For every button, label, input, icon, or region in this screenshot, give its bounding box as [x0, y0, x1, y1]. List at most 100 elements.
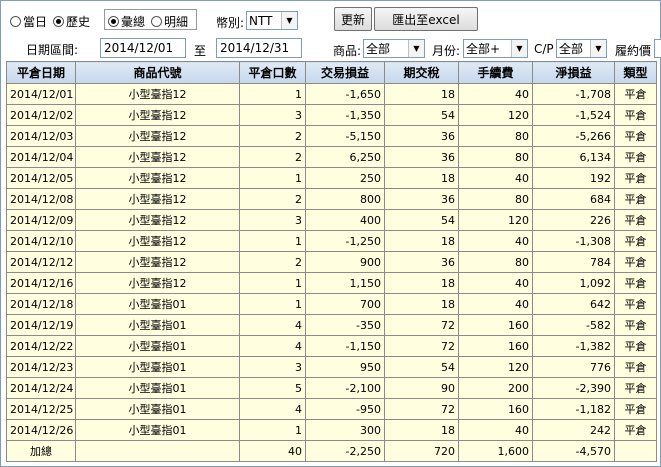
cell-product-code: 小型臺指01: [75, 314, 240, 336]
cell-trade-pnl: -1,650: [305, 83, 385, 105]
cell-futures-tax: 72: [384, 314, 459, 336]
table-row[interactable]: 2014/12/03 小型臺指12 2 -5,150 36 80 -5,266 平倉: [6, 125, 657, 147]
total-cell-product-code: [75, 440, 240, 462]
total-cell-fee: 1,600: [458, 440, 533, 462]
view-radio-detail[interactable]: [151, 16, 163, 27]
cell-fee: 200: [458, 377, 533, 399]
month-select[interactable]: 全部+ ▼: [463, 39, 528, 58]
cell-type: 平倉: [614, 230, 657, 252]
cp-label: C/P: [534, 42, 554, 56]
mode-radio-today[interactable]: [10, 16, 21, 27]
table-row[interactable]: 2014/12/05 小型臺指12 1 250 18 40 192 平倉: [6, 167, 657, 189]
header-type[interactable]: 類型: [614, 61, 657, 84]
cell-product-code: 小型臺指12: [75, 167, 240, 189]
header-net-pnl[interactable]: 淨損益: [532, 61, 615, 84]
cell-futures-tax: 90: [384, 377, 459, 399]
total-cell-futures-tax: 720: [384, 440, 459, 462]
cell-product-code: 小型臺指12: [75, 104, 240, 126]
cell-type: 平倉: [614, 419, 657, 441]
mode-label-today: 當日: [23, 15, 48, 29]
header-product-code[interactable]: 商品代號: [75, 61, 240, 84]
cell-product-code: 小型臺指01: [75, 356, 240, 378]
export-excel-button[interactable]: 匯出至excel: [374, 7, 478, 31]
view-radio-group: 彙總 明細: [108, 13, 194, 30]
cp-select[interactable]: 全部 ▼: [556, 39, 607, 58]
cell-net-pnl: 242: [532, 419, 615, 441]
cell-fee: 120: [458, 356, 533, 378]
cell-fee: 40: [458, 83, 533, 105]
product-value: 全部: [366, 42, 391, 56]
table-row[interactable]: 2014/12/24 小型臺指01 5 -2,100 90 200 -2,390 平倉: [6, 377, 657, 399]
cell-trade-pnl: 1,150: [305, 272, 385, 294]
cell-net-pnl: 192: [532, 167, 615, 189]
strike-select[interactable]: [654, 39, 661, 58]
date-from-input[interactable]: 2014/12/01: [100, 38, 186, 58]
date-to-input[interactable]: 2014/12/31: [216, 38, 302, 58]
cell-close-qty: 2: [239, 188, 306, 210]
product-select[interactable]: 全部 ▼: [363, 39, 425, 58]
cell-close-date: 2014/12/18: [6, 293, 76, 315]
table-row[interactable]: 2014/12/16 小型臺指12 1 1,150 18 40 1,092 平倉: [6, 272, 657, 294]
cell-close-date: 2014/12/04: [6, 146, 76, 168]
currency-value: NTT: [249, 13, 273, 28]
table-row[interactable]: 2014/12/09 小型臺指12 3 400 54 120 226 平倉: [6, 209, 657, 231]
header-fee[interactable]: 手續費: [458, 61, 533, 84]
cell-product-code: 小型臺指01: [75, 293, 240, 315]
cell-futures-tax: 54: [384, 209, 459, 231]
header-futures-tax[interactable]: 期交稅: [384, 61, 459, 84]
cell-trade-pnl: 800: [305, 188, 385, 210]
table-row[interactable]: 2014/12/22 小型臺指01 4 -1,150 72 160 -1,382 平倉: [6, 335, 657, 357]
table-row[interactable]: 2014/12/25 小型臺指01 4 -950 72 160 -1,182 平倉: [6, 398, 657, 420]
table-row[interactable]: 2014/12/19 小型臺指01 4 -350 72 160 -582 平倉: [6, 314, 657, 336]
table-row[interactable]: 2014/12/01 小型臺指12 1 -1,650 18 40 -1,708 平倉: [6, 83, 657, 105]
header-close-qty[interactable]: 平倉口數: [239, 61, 306, 84]
header-trade-pnl[interactable]: 交易損益: [305, 61, 385, 84]
cell-close-date: 2014/12/22: [6, 335, 76, 357]
cell-net-pnl: 642: [532, 293, 615, 315]
cell-trade-pnl: -1,250: [305, 230, 385, 252]
table-row[interactable]: 2014/12/08 小型臺指12 2 800 36 80 684 平倉: [6, 188, 657, 210]
table-row[interactable]: 2014/12/18 小型臺指01 1 700 18 40 642 平倉: [6, 293, 657, 315]
table-row[interactable]: 2014/12/12 小型臺指12 2 900 36 80 784 平倉: [6, 251, 657, 273]
currency-select[interactable]: NTT ▼: [246, 11, 298, 30]
cell-close-date: 2014/12/19: [6, 314, 76, 336]
cell-fee: 80: [458, 125, 533, 147]
cell-type: 平倉: [614, 377, 657, 399]
cell-trade-pnl: 400: [305, 209, 385, 231]
cell-fee: 40: [458, 272, 533, 294]
cell-net-pnl: -1,708: [532, 83, 615, 105]
cell-futures-tax: 36: [384, 251, 459, 273]
cell-fee: 80: [458, 146, 533, 168]
currency-label: 幣別:: [216, 16, 245, 30]
total-cell-close-date: 加總: [6, 440, 76, 462]
cell-net-pnl: 6,134: [532, 146, 615, 168]
mode-label-history: 歷史: [66, 15, 91, 29]
header-close-date[interactable]: 平倉日期: [6, 61, 76, 84]
refresh-button[interactable]: 更新: [334, 7, 372, 31]
month-label: 月份:: [432, 44, 461, 58]
chevron-down-icon: ▼: [408, 40, 424, 57]
table-row[interactable]: 2014/12/23 小型臺指01 3 950 54 120 776 平倉: [6, 356, 657, 378]
cell-type: 平倉: [614, 293, 657, 315]
cell-trade-pnl: 250: [305, 167, 385, 189]
total-cell-net-pnl: -4,570: [532, 440, 615, 462]
view-radio-summary[interactable]: [108, 16, 119, 27]
cell-fee: 160: [458, 335, 533, 357]
date-to-label: 至: [194, 44, 207, 58]
cell-close-qty: 3: [239, 209, 306, 231]
table-row[interactable]: 2014/12/04 小型臺指12 2 6,250 36 80 6,134 平倉: [6, 146, 657, 168]
total-cell-trade-pnl: -2,250: [305, 440, 385, 462]
cell-net-pnl: -5,266: [532, 125, 615, 147]
mode-radio-history[interactable]: [53, 16, 65, 27]
view-label-detail: 明細: [164, 15, 189, 29]
cell-trade-pnl: 300: [305, 419, 385, 441]
cell-product-code: 小型臺指01: [75, 335, 240, 357]
table-row[interactable]: 2014/12/10 小型臺指12 1 -1,250 18 40 -1,308 平倉: [6, 230, 657, 252]
cell-futures-tax: 18: [384, 419, 459, 441]
table-row[interactable]: 2014/12/02 小型臺指12 3 -1,350 54 120 -1,524 平倉: [6, 104, 657, 126]
table-row[interactable]: 2014/12/26 小型臺指01 1 300 18 40 242 平倉: [6, 419, 657, 441]
cell-type: 平倉: [614, 335, 657, 357]
total-cell-close-qty: 40: [239, 440, 306, 462]
date-range-label: 日期區間:: [26, 43, 79, 57]
cell-futures-tax: 18: [384, 167, 459, 189]
